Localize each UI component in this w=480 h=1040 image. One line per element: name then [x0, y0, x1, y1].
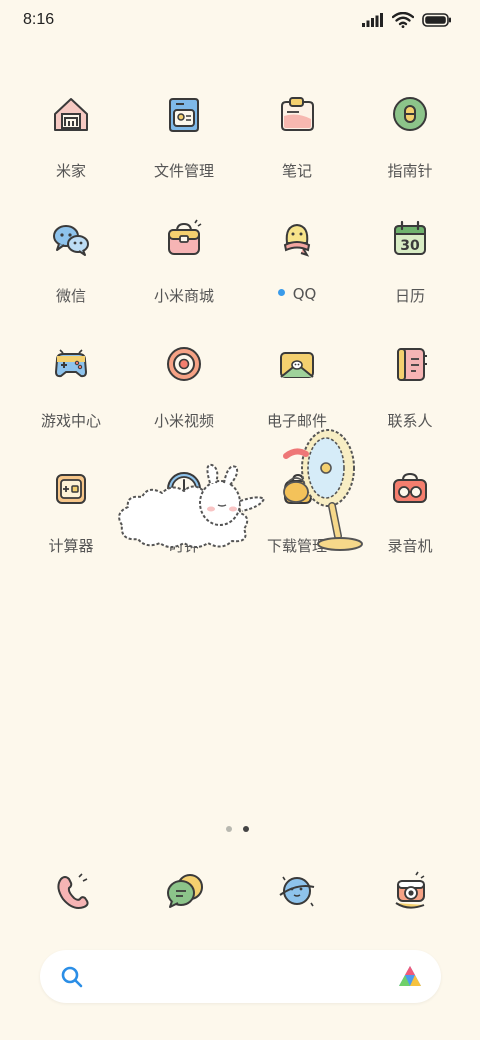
notes-icon: [281, 97, 314, 131]
app-contacts[interactable]: 联系人: [355, 340, 465, 450]
app-recorder[interactable]: 录音机: [355, 465, 465, 575]
app-wechat[interactable]: 微信: [16, 215, 126, 325]
app-label: 指南针: [387, 162, 433, 180]
app-label: 小米视频: [153, 412, 214, 430]
page-indicator[interactable]: [226, 826, 249, 832]
app-mi-store[interactable]: 小米商城: [129, 215, 239, 325]
battery-icon: [422, 13, 451, 27]
game-center-icon: [54, 349, 88, 378]
notification-dot: [277, 289, 285, 296]
dock-camera[interactable]: [385, 866, 435, 916]
dock: [0, 866, 480, 916]
status-time: 8:16: [23, 11, 55, 28]
contacts-icon: [397, 348, 427, 381]
page-dot-2-active[interactable]: [243, 826, 249, 832]
file-manager-icon: [169, 98, 199, 132]
wifi-icon: [392, 12, 414, 28]
app-label: 微信: [55, 287, 86, 305]
bunny-cloud-sticker: [118, 463, 266, 548]
signal-icon: [362, 13, 383, 27]
calendar-day: 30: [400, 238, 420, 254]
app-label: 日历: [394, 287, 425, 305]
app-label: 文件管理: [153, 162, 214, 180]
app-game-center[interactable]: 游戏中心: [16, 340, 126, 450]
app-notes[interactable]: 笔记: [242, 90, 352, 200]
app-label: 游戏中心: [40, 412, 101, 430]
app-label: 联系人: [387, 412, 433, 430]
app-label: 录音机: [387, 537, 433, 555]
status-icons: [362, 12, 452, 28]
email-icon: [280, 352, 314, 378]
mi-home-icon: [54, 98, 88, 131]
app-mi-home[interactable]: 米家: [16, 90, 126, 200]
app-mi-video[interactable]: 小米视频: [129, 340, 239, 450]
app-label: 米家: [55, 162, 86, 180]
app-file-manager[interactable]: 文件管理: [129, 90, 239, 200]
browser-icon: [279, 876, 315, 907]
app-label: 计算器: [48, 537, 94, 555]
messages-icon: [167, 874, 203, 908]
xiao-ai-assistant-icon[interactable]: [397, 964, 423, 990]
search-icon[interactable]: [60, 965, 84, 989]
page-dot-1[interactable]: [226, 826, 232, 832]
compass-icon: [393, 97, 427, 131]
app-calendar[interactable]: 30 日历: [355, 215, 465, 325]
app-qq[interactable]: QQ: [242, 215, 352, 325]
dock-phone[interactable]: [46, 866, 96, 916]
calculator-icon: [56, 474, 86, 504]
recorder-icon: [393, 472, 427, 503]
app-label: QQ: [277, 285, 317, 303]
app-compass[interactable]: 指南针: [355, 90, 465, 200]
status-bar: 8:16: [0, 0, 480, 42]
dock-browser[interactable]: [272, 866, 322, 916]
app-label-text: QQ: [292, 285, 317, 303]
mi-video-icon: [167, 347, 201, 381]
fan-sticker: [283, 429, 363, 551]
camera-icon: [395, 871, 425, 909]
dock-messages[interactable]: [159, 866, 209, 916]
app-calculator[interactable]: 计算器: [16, 465, 126, 575]
qq-icon: [283, 223, 311, 257]
app-label: 小米商城: [153, 287, 214, 305]
wechat-icon: [53, 225, 89, 256]
mi-store-icon: [168, 219, 202, 255]
calendar-icon: 30: [394, 220, 426, 255]
search-bar[interactable]: [40, 950, 441, 1003]
phone-icon: [57, 873, 89, 909]
app-label: 笔记: [281, 162, 312, 180]
